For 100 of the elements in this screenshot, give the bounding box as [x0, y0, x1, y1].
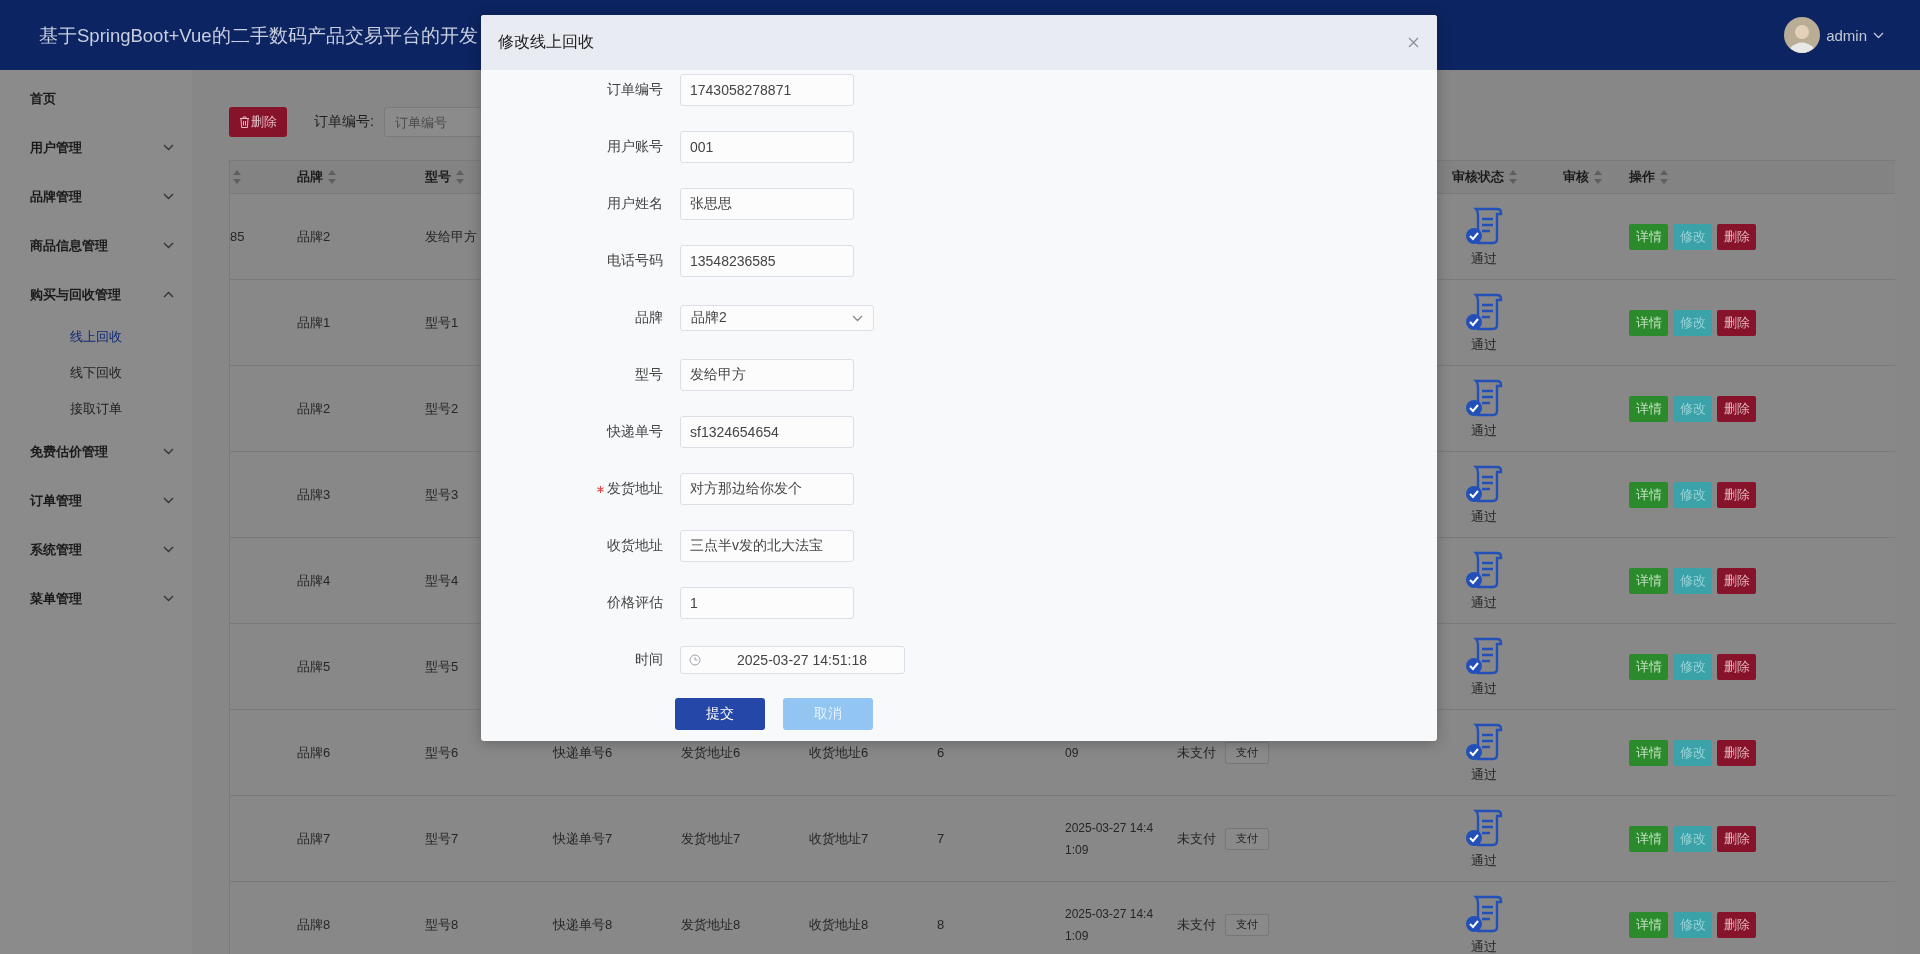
document-check-icon: [1464, 807, 1504, 848]
input-field[interactable]: 张思思: [680, 188, 854, 220]
table-cell: 型号2: [425, 399, 459, 418]
chevron-icon: [852, 314, 863, 322]
document-check-icon: [1464, 377, 1504, 418]
input-field[interactable]: 1: [680, 587, 854, 619]
menu-item[interactable]: 首页: [0, 74, 192, 123]
delete-button[interactable]: 删除: [1717, 395, 1756, 422]
delete-button[interactable]: 删除: [1717, 567, 1756, 594]
table-cell: 收货地址8: [809, 915, 869, 934]
pay-button[interactable]: 支付: [1225, 913, 1269, 936]
menu-item[interactable]: 购买与回收管理: [30, 285, 121, 304]
submenu-item[interactable]: 线下回收: [0, 355, 192, 391]
input-field[interactable]: 1743058278871: [680, 74, 854, 106]
table-cell: 品牌8: [297, 915, 331, 934]
delete-button[interactable]: 删除: [1717, 653, 1756, 680]
avatar-icon: [1784, 17, 1821, 53]
detail-button[interactable]: 详情: [1629, 653, 1668, 680]
detail-button[interactable]: 详情: [1629, 309, 1668, 336]
field-label: 用户账号: [607, 138, 663, 156]
delete-button[interactable]: 删除: [1717, 911, 1756, 938]
document-check-icon: [1464, 635, 1504, 676]
delete-button[interactable]: 删除: [229, 107, 287, 137]
table-cell: 品牌6: [297, 743, 331, 762]
table-cell: 未支付: [1177, 829, 1216, 848]
table-cell: 品牌5: [297, 657, 331, 676]
pay-button[interactable]: 支付: [1225, 741, 1269, 764]
field-label: 价格评估: [607, 594, 663, 612]
input-field[interactable]: sf1324654654: [680, 416, 854, 448]
table-cell: 7: [937, 831, 945, 846]
detail-button[interactable]: 详情: [1629, 395, 1668, 422]
detail-button[interactable]: 详情: [1629, 739, 1668, 766]
select-field[interactable]: 品牌2: [680, 305, 874, 331]
table-cell: 品牌4: [297, 571, 331, 590]
table-cell: 快递单号6: [553, 743, 613, 762]
detail-button[interactable]: 详情: [1629, 567, 1668, 594]
menu-item[interactable]: 商品信息管理: [30, 236, 108, 255]
input-field[interactable]: 发给甲方: [680, 359, 854, 391]
field-label: 电话号码: [607, 252, 663, 270]
detail-button[interactable]: 详情: [1629, 825, 1668, 852]
table-cell-text: 2025-03-27 14:41:09: [1065, 905, 1155, 945]
input-field[interactable]: 001: [680, 131, 854, 163]
delete-button[interactable]: 删除: [1717, 481, 1756, 508]
table-cell: 85: [230, 229, 245, 244]
trash-icon: [239, 116, 250, 128]
menu-item[interactable]: 品牌管理: [30, 187, 82, 206]
column-header: 审核: [1563, 168, 1589, 186]
table-cell: 快递单号8: [553, 915, 613, 934]
submenu-item[interactable]: 接取订单: [0, 391, 192, 427]
document-check-icon: [1464, 721, 1504, 762]
field-label: 时间: [635, 651, 663, 669]
document-check-icon: [1464, 463, 1504, 504]
menu-item[interactable]: 用户管理: [30, 138, 82, 157]
table-cell: 品牌3: [297, 485, 331, 504]
submit-button[interactable]: 提交: [675, 698, 765, 730]
date-field[interactable]: 2025-03-27 14:51:18: [680, 646, 905, 674]
document-check-icon: [1464, 291, 1504, 332]
chevron-icon: [1873, 31, 1884, 39]
delete-button[interactable]: 删除: [1717, 739, 1756, 766]
input-field[interactable]: 三点半v发的北大法宝: [680, 530, 854, 562]
close-icon[interactable]: [1408, 37, 1419, 48]
menu-item[interactable]: 菜单管理: [30, 589, 82, 608]
table-cell: 快递单号7: [553, 829, 613, 848]
column-header: 型号: [425, 168, 451, 186]
document-check-icon: [1464, 205, 1504, 246]
detail-button[interactable]: 详情: [1629, 223, 1668, 250]
pay-button[interactable]: 支付: [1225, 827, 1269, 850]
input-field[interactable]: 13548236585: [680, 245, 854, 277]
status-text: 通过: [1471, 593, 1497, 612]
status-text: 通过: [1471, 851, 1497, 870]
delete-button[interactable]: 删除: [1717, 825, 1756, 852]
menu-item[interactable]: 系统管理: [30, 540, 82, 559]
delete-button[interactable]: 删除: [1717, 223, 1756, 250]
status-text: 通过: [1471, 421, 1497, 440]
field-label: 快递单号: [607, 423, 663, 441]
table-cell: 品牌7: [297, 829, 331, 848]
input-field[interactable]: 对方那边给你发个: [680, 473, 854, 505]
detail-button[interactable]: 详情: [1629, 911, 1668, 938]
document-check-icon: [1464, 893, 1504, 934]
field-label: 型号: [635, 366, 663, 384]
table-cell: 未支付: [1177, 915, 1216, 934]
status-text: 通过: [1471, 937, 1497, 954]
table-cell-text: 09: [1065, 744, 1080, 762]
detail-button[interactable]: 详情: [1629, 481, 1668, 508]
table-cell: 型号5: [425, 657, 459, 676]
table-cell: 型号3: [425, 485, 459, 504]
filter-label: 订单编号:: [314, 113, 374, 131]
table-cell: 品牌2: [297, 399, 331, 418]
document-check-icon: [1464, 549, 1504, 590]
table-cell: 型号7: [425, 829, 459, 848]
table-cell: 收货地址7: [809, 829, 869, 848]
table-cell: 收货地址6: [809, 743, 869, 762]
dialog-title: 修改线上回收: [498, 32, 594, 52]
delete-button[interactable]: 删除: [1717, 309, 1756, 336]
table-cell: 品牌2: [297, 227, 331, 246]
field-label: 发货地址: [607, 480, 663, 498]
menu-item[interactable]: 订单管理: [30, 491, 82, 510]
submenu-item[interactable]: 线上回收: [0, 319, 192, 355]
user-name[interactable]: admin: [1826, 26, 1867, 44]
menu-item[interactable]: 免费估价管理: [30, 442, 108, 461]
